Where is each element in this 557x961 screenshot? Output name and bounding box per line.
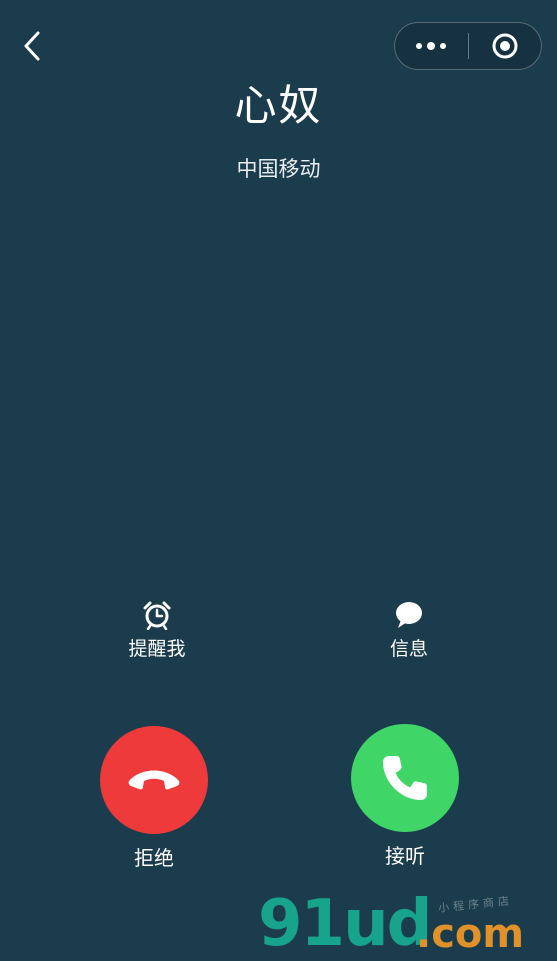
accept-circle[interactable]: [351, 724, 459, 832]
site-watermark: 91ud .com 小程序商店: [258, 888, 548, 960]
message-label: 信息: [389, 638, 428, 660]
close-button[interactable]: [469, 23, 542, 69]
chevron-left-icon: [24, 31, 40, 61]
phone-icon: [383, 756, 427, 800]
watermark-logo-suffix: .com: [416, 911, 525, 957]
chat-bubble-icon: [396, 602, 422, 628]
phone-hangup-icon: [128, 770, 180, 790]
caller-name: 心奴: [234, 81, 323, 130]
back-button[interactable]: [14, 26, 50, 66]
accept-label: 接听: [385, 844, 425, 868]
mini-program-capsule: [394, 22, 542, 70]
incoming-call-screen: { "caller": { "name": "心奴", "carrier": "…: [0, 0, 557, 960]
target-circle-icon: [492, 33, 518, 59]
alarm-clock-icon: [143, 601, 171, 630]
decline-label: 拒绝: [134, 846, 174, 870]
accept-button[interactable]: 接听: [330, 724, 480, 870]
remind-me-button[interactable]: 提醒我: [87, 598, 227, 662]
watermark-logo-text: 91ud: [258, 887, 432, 961]
more-dots-icon: [416, 42, 447, 50]
message-button[interactable]: 信息: [339, 598, 479, 662]
more-button[interactable]: [395, 23, 468, 69]
decline-button[interactable]: 拒绝: [79, 726, 229, 872]
remind-me-label: 提醒我: [128, 638, 186, 660]
caller-carrier: 中国移动: [236, 157, 321, 181]
decline-circle[interactable]: [100, 726, 208, 834]
